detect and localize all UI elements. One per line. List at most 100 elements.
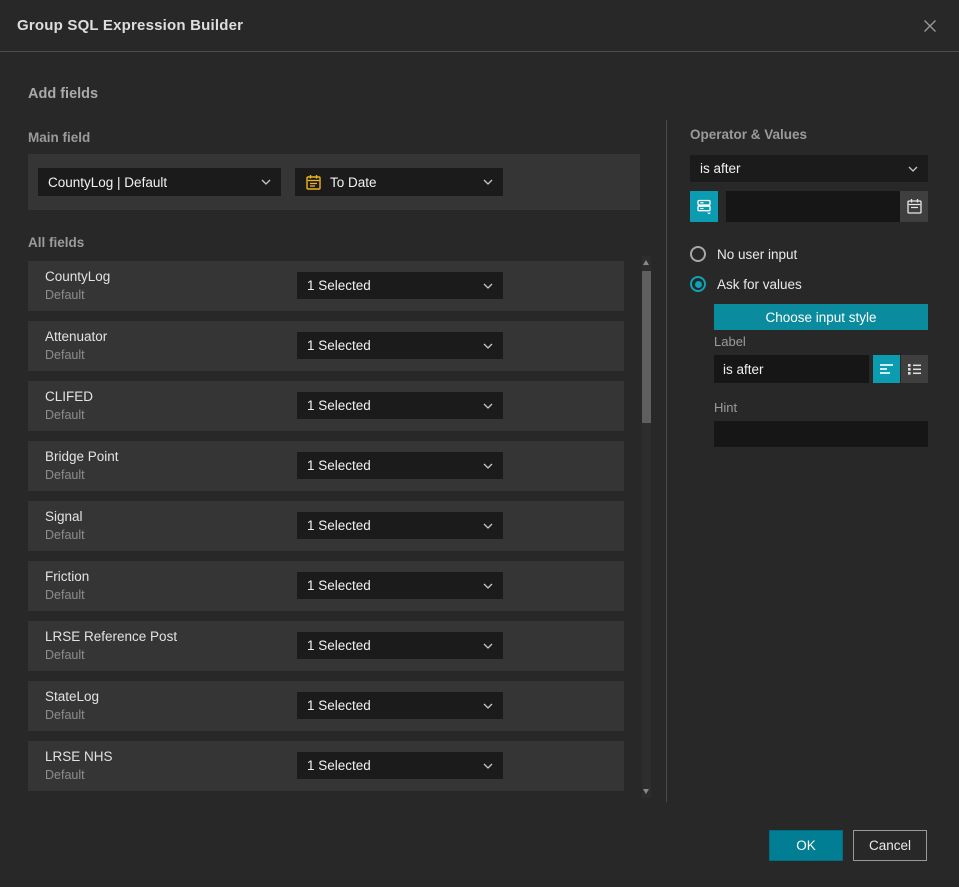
chevron-down-icon xyxy=(261,179,271,185)
list-scrollbar[interactable] xyxy=(642,256,651,798)
field-values-select[interactable]: 1 Selected xyxy=(297,572,503,599)
field-name: LRSE NHS xyxy=(45,749,113,764)
date-field-selected-value: To Date xyxy=(330,174,377,190)
dialog-title: Group SQL Expression Builder xyxy=(17,17,244,34)
operator-select[interactable]: is after xyxy=(690,155,928,182)
field-subtitle: Default xyxy=(45,408,85,422)
selected-count: 1 Selected xyxy=(307,338,371,353)
radio-no-user-input[interactable]: No user input xyxy=(690,245,797,263)
field-subtitle: Default xyxy=(45,288,85,302)
operator-values-heading: Operator & Values xyxy=(690,127,808,142)
chevron-down-icon xyxy=(483,343,493,349)
cancel-button[interactable]: Cancel xyxy=(853,830,927,861)
field-name: Friction xyxy=(45,569,90,584)
field-name: Attenuator xyxy=(45,329,108,344)
close-icon xyxy=(924,19,936,32)
field-row: Attenuator Default 1 Selected xyxy=(28,321,624,371)
selected-count: 1 Selected xyxy=(307,398,371,413)
field-name: CountyLog xyxy=(45,269,111,284)
chevron-down-icon xyxy=(483,583,493,589)
calendar-icon xyxy=(306,174,321,190)
main-field-label: Main field xyxy=(28,130,91,145)
field-row: LRSE NHS Default 1 Selected xyxy=(28,741,624,791)
selected-count: 1 Selected xyxy=(307,758,371,773)
value-input-row xyxy=(690,191,928,222)
label-input[interactable] xyxy=(714,355,869,383)
field-subtitle: Default xyxy=(45,348,85,362)
close-button[interactable] xyxy=(917,13,943,39)
group-sql-expression-builder-dialog: Group SQL Expression Builder Add fields … xyxy=(0,0,959,887)
selected-count: 1 Selected xyxy=(307,578,371,593)
single-value-style-button[interactable] xyxy=(873,355,900,383)
field-row: LRSE Reference Post Default 1 Selected xyxy=(28,621,624,671)
selected-count: 1 Selected xyxy=(307,458,371,473)
chevron-down-icon xyxy=(483,283,493,289)
field-values-select[interactable]: 1 Selected xyxy=(297,332,503,359)
field-subtitle: Default xyxy=(45,648,85,662)
field-name: CLIFED xyxy=(45,389,94,404)
field-subtitle: Default xyxy=(45,708,85,722)
scrollbar-thumb[interactable] xyxy=(642,271,651,423)
field-subtitle: Default xyxy=(45,588,85,602)
field-name: Signal xyxy=(45,509,83,524)
field-values-select[interactable]: 1 Selected xyxy=(297,392,503,419)
field-subtitle: Default xyxy=(45,528,85,542)
field-values-select[interactable]: 1 Selected xyxy=(297,512,503,539)
field-values-select[interactable]: 1 Selected xyxy=(297,272,503,299)
ok-button[interactable]: OK xyxy=(769,830,843,861)
all-fields-label: All fields xyxy=(28,235,85,250)
choose-input-style-button[interactable]: Choose input style xyxy=(714,304,928,330)
bulleted-list-icon xyxy=(907,364,921,375)
field-name: StateLog xyxy=(45,689,100,704)
hint-field-label: Hint xyxy=(714,400,738,415)
field-values-select[interactable]: 1 Selected xyxy=(297,452,503,479)
operator-selected-value: is after xyxy=(700,161,741,176)
chevron-down-icon xyxy=(483,523,493,529)
radio-circle xyxy=(690,246,706,262)
chevron-down-icon xyxy=(483,403,493,409)
field-name: LRSE Reference Post xyxy=(45,629,178,644)
chevron-down-icon xyxy=(483,463,493,469)
field-values-select[interactable]: 1 Selected xyxy=(297,632,503,659)
radio-label: Ask for values xyxy=(717,276,802,292)
get-values-button[interactable] xyxy=(690,191,718,222)
value-input[interactable] xyxy=(726,191,900,222)
selected-count: 1 Selected xyxy=(307,518,371,533)
field-subtitle: Default xyxy=(45,768,85,782)
chevron-down-icon xyxy=(908,166,918,172)
scrollbar-down-arrow-icon[interactable] xyxy=(643,789,649,794)
main-field-selected-value: CountyLog | Default xyxy=(48,174,168,190)
field-row: CLIFED Default 1 Selected xyxy=(28,381,624,431)
scrollbar-up-arrow-icon[interactable] xyxy=(643,260,649,265)
field-row: Signal Default 1 Selected xyxy=(28,501,624,551)
field-name: Bridge Point xyxy=(45,449,119,464)
calendar-icon xyxy=(906,199,922,214)
dialog-titlebar: Group SQL Expression Builder xyxy=(0,0,959,52)
chevron-down-icon xyxy=(483,763,493,769)
date-field-select[interactable]: To Date xyxy=(295,168,503,196)
add-fields-heading: Add fields xyxy=(28,86,99,102)
selected-count: 1 Selected xyxy=(307,278,371,293)
list-value-style-button[interactable] xyxy=(901,355,928,383)
radio-ask-for-values[interactable]: Ask for values xyxy=(690,275,802,293)
label-field-label: Label xyxy=(714,334,746,349)
chevron-down-icon xyxy=(483,179,493,185)
field-subtitle: Default xyxy=(45,468,85,482)
main-field-panel: CountyLog | Default To Date xyxy=(28,154,640,210)
radio-circle-checked xyxy=(690,276,706,292)
field-row: StateLog Default 1 Selected xyxy=(28,681,624,731)
operator-values-panel: Operator & Values is after No user input… xyxy=(690,120,928,460)
chevron-down-icon xyxy=(483,703,493,709)
main-field-select[interactable]: CountyLog | Default xyxy=(38,168,281,196)
selected-count: 1 Selected xyxy=(307,698,371,713)
field-values-select[interactable]: 1 Selected xyxy=(297,752,503,779)
field-values-select[interactable]: 1 Selected xyxy=(297,692,503,719)
chevron-down-icon xyxy=(483,643,493,649)
align-left-icon xyxy=(879,364,893,374)
radio-label: No user input xyxy=(717,246,798,262)
unique-values-icon xyxy=(696,199,711,215)
date-picker-button[interactable] xyxy=(900,191,928,222)
hint-input[interactable] xyxy=(714,421,928,447)
field-row: Bridge Point Default 1 Selected xyxy=(28,441,624,491)
all-fields-list: CountyLog Default 1 Selected Attenuator … xyxy=(28,261,624,801)
